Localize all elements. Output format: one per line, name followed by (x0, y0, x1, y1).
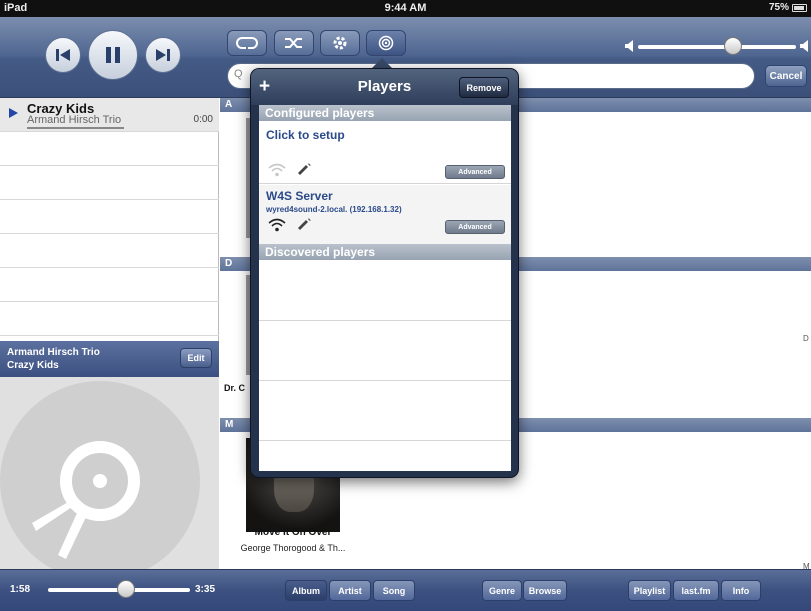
remove-button[interactable]: Remove (459, 77, 509, 98)
players-icon[interactable] (366, 30, 406, 56)
status-bar: iPad 9:44 AM 75% (0, 0, 811, 17)
tab-lastfm[interactable]: last.fm (673, 580, 719, 601)
list-item (0, 200, 219, 234)
skip-back-icon[interactable] (45, 37, 81, 73)
album-title-partial: Dr. C (224, 383, 246, 393)
volume-high-icon (799, 38, 811, 59)
edge-index-letter: D (803, 334, 809, 343)
album-artist: George Thorogood & Th... (240, 543, 346, 553)
pause-icon[interactable] (88, 30, 138, 80)
volume-knob[interactable] (723, 37, 742, 55)
now-playing-artist: Armand Hirsch Trio (7, 347, 100, 358)
players-list: Configured players Click to setup Advanc… (259, 105, 511, 471)
list-item (0, 302, 219, 336)
list-divider (259, 440, 511, 441)
cd-placeholder-icon (0, 381, 200, 569)
battery-percent: 75% (768, 2, 789, 13)
album-title[interactable]: Move It On Over (220, 527, 366, 538)
volume-slider[interactable] (638, 45, 796, 49)
tab-playlist[interactable]: Playlist (628, 580, 671, 601)
advanced-button[interactable]: Advanced (445, 220, 505, 234)
search-icon: Q (234, 68, 243, 80)
list-item (0, 132, 219, 166)
app-root: iPad 9:44 AM 75% Q Cancel Crazy Kids Arm… (0, 0, 811, 611)
tab-genre[interactable]: Genre (482, 580, 522, 601)
now-playing-indicator-icon (9, 108, 18, 118)
cancel-button[interactable]: Cancel (765, 65, 807, 87)
player-host: wyred4sound-2.local. (192.168.1.32) (266, 205, 402, 214)
list-item (0, 234, 219, 268)
edit-button[interactable]: Edit (180, 348, 212, 368)
track-artist: Armand Hirsch Trio (27, 114, 122, 126)
track-time: 0:00 (193, 114, 213, 125)
tab-album[interactable]: Album (285, 580, 327, 601)
seek-knob[interactable] (117, 580, 136, 598)
album-art-placeholder (0, 377, 219, 569)
list-divider (259, 380, 511, 381)
now-playing-header: Armand Hirsch Trio Crazy Kids Edit (0, 341, 219, 377)
list-item (0, 268, 219, 302)
list-divider (259, 320, 511, 321)
total-time: 3:35 (195, 584, 216, 595)
shuffle-icon[interactable] (274, 30, 314, 56)
configured-players-header: Configured players (259, 105, 511, 121)
popover-header: + Players Remove (251, 69, 518, 105)
player-name[interactable]: W4S Server (266, 189, 333, 203)
wifi-icon (268, 163, 286, 177)
battery-icon (792, 4, 807, 12)
player-name[interactable]: Click to setup (266, 128, 345, 142)
players-popover: + Players Remove Configured players Clic… (250, 68, 519, 478)
skip-forward-icon[interactable] (145, 37, 181, 73)
volume-low-icon (624, 39, 634, 58)
discovered-players-header: Discovered players (259, 244, 511, 260)
tab-info[interactable]: Info (721, 580, 761, 601)
tab-song[interactable]: Song (373, 580, 415, 601)
wifi-icon (268, 218, 286, 232)
list-item (0, 166, 219, 200)
now-playing-track: Crazy Kids (7, 360, 59, 371)
advanced-button[interactable]: Advanced (445, 165, 505, 179)
elapsed-time: 1:58 (10, 584, 31, 595)
settings-gear-icon[interactable] (320, 30, 360, 56)
player-row-setup[interactable]: Click to setup Advanced (259, 121, 511, 184)
playlist-panel: Crazy Kids Armand Hirsch Trio 0:00 (0, 98, 219, 341)
bottom-bar: 1:58 3:35 Album Artist Song Genre Browse… (0, 569, 811, 611)
list-item[interactable]: Crazy Kids Armand Hirsch Trio 0:00 (0, 98, 219, 132)
tab-artist[interactable]: Artist (329, 580, 371, 601)
tab-browse[interactable]: Browse (523, 580, 567, 601)
remote-icon (298, 163, 311, 175)
player-row-w4s[interactable]: W4S Server wyred4sound-2.local. (192.168… (259, 185, 511, 247)
clock: 9:44 AM (384, 2, 427, 14)
remote-icon (298, 218, 311, 230)
track-progress-bar (27, 127, 124, 129)
repeat-icon[interactable] (227, 30, 267, 56)
